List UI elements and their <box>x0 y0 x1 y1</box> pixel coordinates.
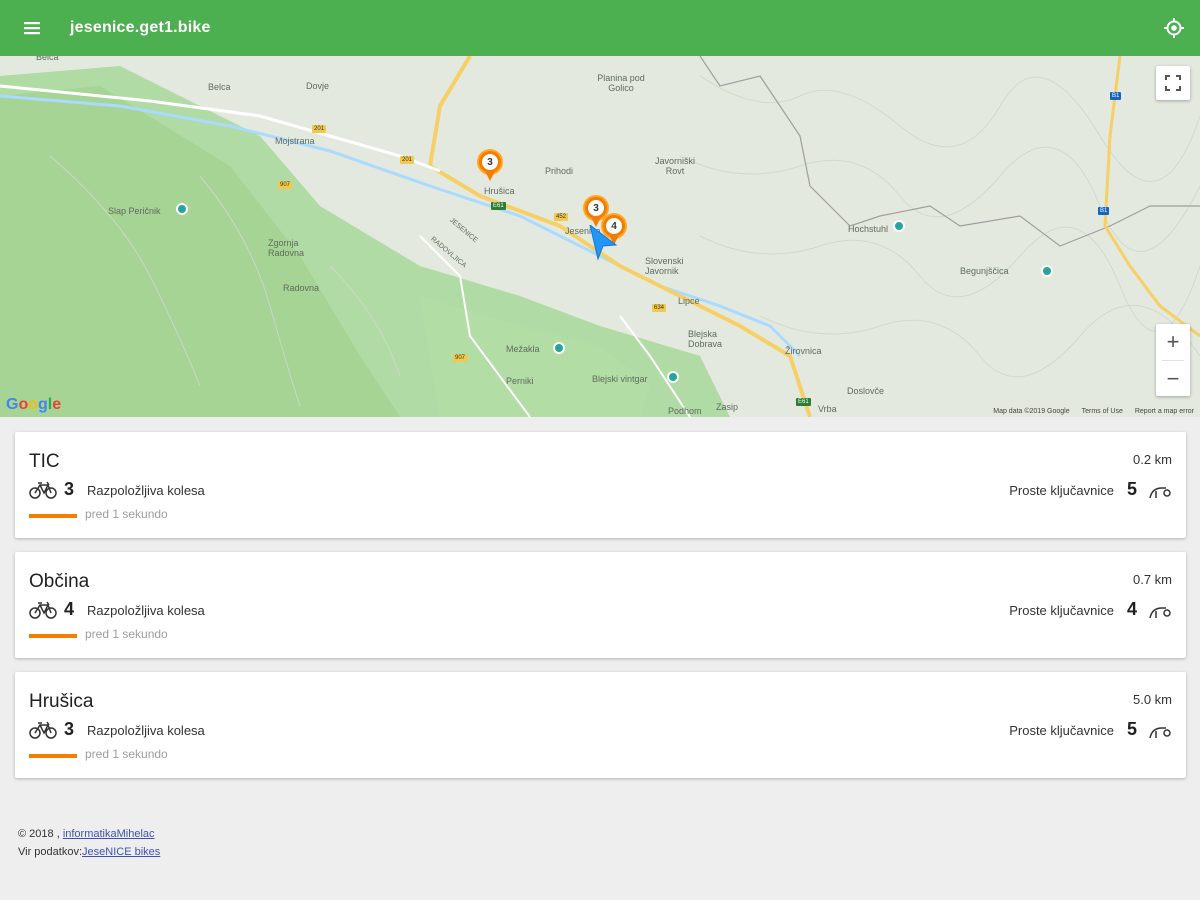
station-name: Občina <box>29 571 90 592</box>
map-label: Belca <box>36 56 59 62</box>
cluster-count: 3 <box>482 154 498 170</box>
map-label: Slap Peričnik <box>108 206 161 216</box>
zoom-in-button[interactable]: + <box>1156 324 1190 360</box>
map-label: Mojstrana <box>275 136 315 146</box>
zoom-out-button[interactable]: − <box>1156 361 1190 397</box>
map-label: Hochstuhl <box>848 224 889 234</box>
poi-marker[interactable] <box>893 220 905 232</box>
map-label: Belca <box>208 82 231 92</box>
updated-time: pred 1 sekundo <box>85 627 168 641</box>
map-label: Blejska Dobrava <box>688 329 723 349</box>
station-cluster-marker[interactable]: 3 <box>477 149 503 183</box>
free-docks-label: Proste ključavnice <box>1009 603 1114 618</box>
menu-button[interactable] <box>0 0 64 56</box>
dock-lock-icon <box>1149 727 1171 739</box>
map-label: Planina pod Golico <box>597 73 645 93</box>
map-label: Radovna <box>283 283 320 293</box>
station-card[interactable]: TIC 0.2 km 3 Razpoložljiva kolesa pred 1… <box>15 432 1186 538</box>
author-link[interactable]: informatikaMihelac <box>63 828 155 840</box>
app-bar: jesenice.get1.bike <box>0 0 1200 56</box>
road-shield: 634 <box>652 304 667 312</box>
station-distance: 0.2 km <box>1132 452 1172 467</box>
map-label: Hrušica <box>484 186 515 196</box>
app-title: jesenice.get1.bike <box>70 19 211 36</box>
available-bikes-count: 3 <box>64 719 75 739</box>
map-label: Zasip <box>716 402 739 412</box>
free-docks-count: 4 <box>1126 599 1137 619</box>
availability-bar <box>29 754 77 758</box>
copyright-text: © 2018 , <box>18 828 60 840</box>
station-name: Hrušica <box>29 691 94 712</box>
copyright-line: © 2018 , informatikaMihelac <box>18 825 160 843</box>
map-label: Dovje <box>306 81 330 91</box>
available-bikes-count: 3 <box>64 479 75 499</box>
poi-marker[interactable] <box>667 371 679 383</box>
road-shield: 907 <box>278 181 293 189</box>
road-shield: E61 <box>796 398 811 406</box>
free-docks-count: 5 <box>1126 719 1137 739</box>
map-label: Begunjščica <box>960 266 1009 276</box>
map-label: Vrba <box>818 404 837 414</box>
map-label: Prihodi <box>545 166 574 176</box>
bicycle-icon <box>29 481 57 499</box>
station-name: TIC <box>29 451 60 472</box>
available-bikes-count: 4 <box>64 599 75 619</box>
map[interactable]: Belca Belca Dovje Mojstrana Planina pod … <box>0 56 1200 417</box>
available-bikes-label: Razpoložljiva kolesa <box>87 483 205 498</box>
road-shield: E61 <box>491 202 506 210</box>
available-bikes-label: Razpoložljiva kolesa <box>87 603 205 618</box>
road-shield: B1 <box>1110 92 1122 100</box>
availability-bar <box>29 634 77 638</box>
footer: © 2018 , informatikaMihelac Vir podatkov… <box>18 825 160 861</box>
my-location-icon[interactable] <box>1162 16 1186 40</box>
map-label: Perniki <box>506 376 534 386</box>
map-label: Zgornja Radovna <box>268 238 305 258</box>
station-card[interactable]: Občina 0.7 km 4 Razpoložljiva kolesa pre… <box>15 552 1186 658</box>
poi-marker[interactable] <box>553 342 565 354</box>
free-docks-label: Proste ključavnice <box>1009 723 1114 738</box>
dock-lock-icon <box>1149 607 1171 619</box>
data-source-line: Vir podatkov:JeseNICE bikes <box>18 843 160 861</box>
free-docks-count: 5 <box>1126 479 1137 499</box>
bicycle-icon <box>29 721 57 739</box>
available-bikes-label: Razpoložljiva kolesa <box>87 723 205 738</box>
poi-marker[interactable] <box>176 203 188 215</box>
map-label: Slovenski Javornik <box>645 256 684 276</box>
fullscreen-icon <box>1165 75 1181 91</box>
menu-icon <box>24 22 40 35</box>
user-location-arrow-icon <box>589 225 618 261</box>
google-logo: Google <box>6 396 62 413</box>
map-label: Žirovnica <box>785 346 822 356</box>
zoom-control: + − <box>1156 324 1190 396</box>
map-data-text: Map data ©2019 Google <box>993 408 1070 415</box>
data-source-label: Vir podatkov: <box>18 846 83 858</box>
map-label: Blejski vintgar <box>592 374 648 384</box>
road-shield: B1 <box>1098 207 1110 215</box>
map-label: Lipce <box>678 296 700 306</box>
fullscreen-button[interactable] <box>1156 66 1190 100</box>
map-label: Podhom <box>668 406 702 416</box>
free-docks-label: Proste ključavnice <box>1009 483 1114 498</box>
map-label: Javorniški Rovt <box>654 156 695 176</box>
poi-marker[interactable] <box>1041 265 1053 277</box>
availability-bar <box>29 514 77 518</box>
report-error-link[interactable]: Report a map error <box>1135 408 1194 415</box>
data-source-link[interactable]: JeseNICE bikes <box>82 846 160 858</box>
map-attribution: Map data ©2019 Google Terms of Use Repor… <box>993 408 1194 415</box>
road-shield: 452 <box>554 213 569 221</box>
updated-time: pred 1 sekundo <box>85 747 168 761</box>
map-label: Mežakla <box>506 344 540 354</box>
road-shield: 201 <box>312 125 327 133</box>
terms-link[interactable]: Terms of Use <box>1082 408 1123 415</box>
station-distance: 0.7 km <box>1132 572 1172 587</box>
updated-time: pred 1 sekundo <box>85 507 168 521</box>
dock-lock-icon <box>1149 487 1171 499</box>
road-shield: 907 <box>453 354 468 362</box>
station-card[interactable]: Hrušica 5.0 km 3 Razpoložljiva kolesa pr… <box>15 672 1186 778</box>
bicycle-icon <box>29 601 57 619</box>
map-label: Doslovče <box>847 386 885 396</box>
road-shield: 201 <box>400 156 415 164</box>
station-distance: 5.0 km <box>1132 692 1172 707</box>
